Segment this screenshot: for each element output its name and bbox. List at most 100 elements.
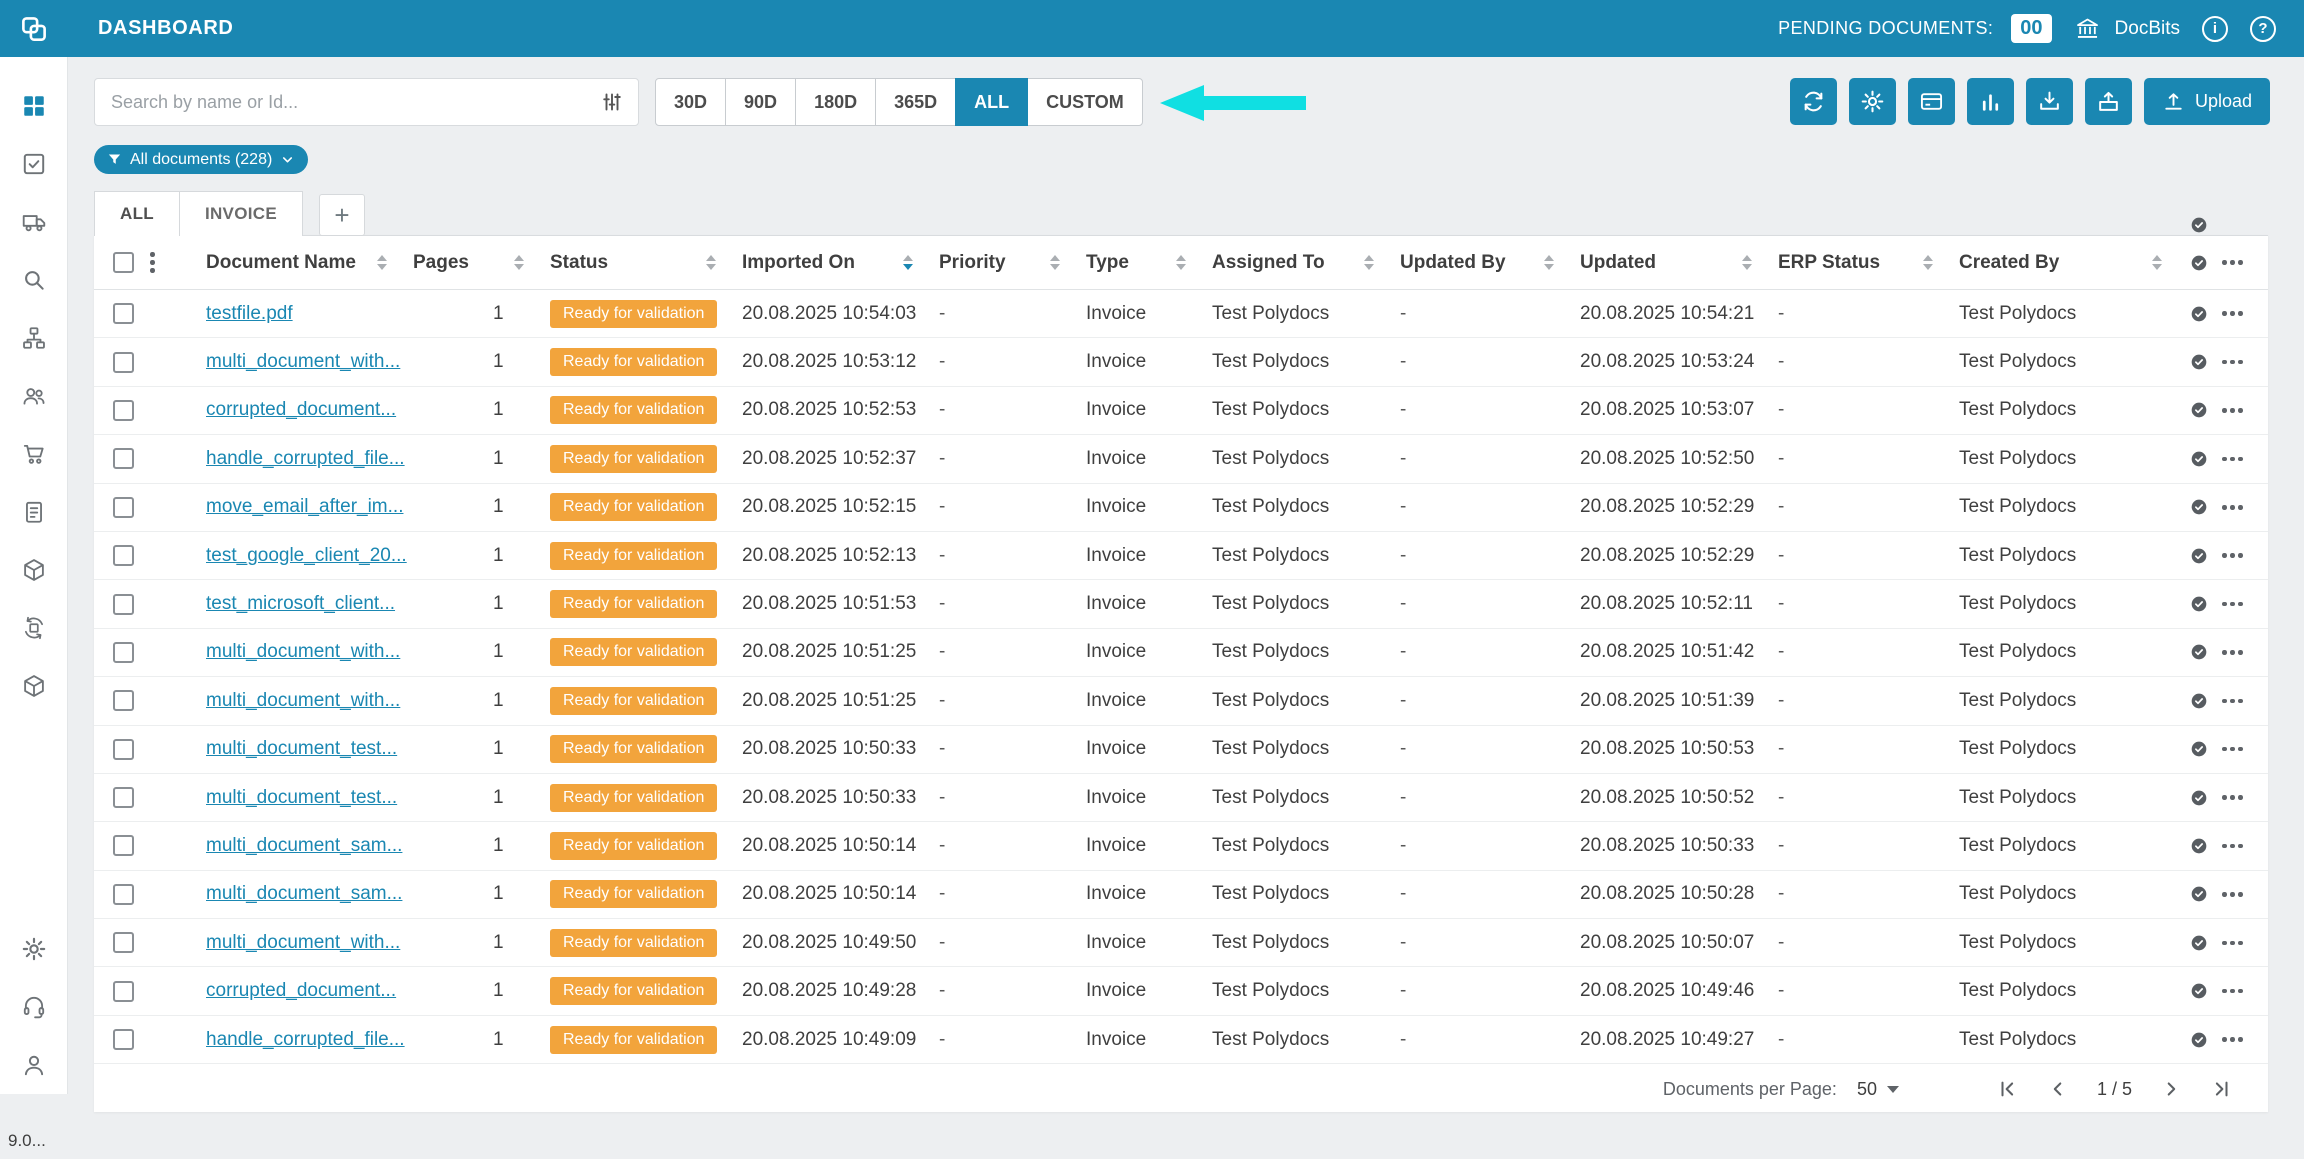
row-more-options-icon[interactable] (2222, 747, 2243, 752)
row-more-options-icon[interactable] (2222, 457, 2243, 462)
row-checkbox[interactable] (113, 400, 134, 421)
range-all-button[interactable]: ALL (955, 78, 1028, 126)
column-header-type[interactable]: Type (1086, 252, 1212, 274)
document-link[interactable]: multi_document_with... (206, 932, 400, 953)
column-header-priority[interactable]: Priority (939, 252, 1086, 274)
row-more-options-icon[interactable] (2222, 989, 2243, 994)
upload-button[interactable]: Upload (2144, 78, 2270, 125)
range-90d-button[interactable]: 90D (725, 78, 796, 126)
tab-all[interactable]: ALL (94, 191, 180, 236)
document-link[interactable]: multi_document_with... (206, 351, 400, 372)
row-more-options-icon[interactable] (2222, 699, 2243, 704)
row-checkbox[interactable] (113, 1029, 134, 1050)
document-link[interactable]: move_email_after_im... (206, 496, 403, 517)
document-link[interactable]: corrupted_document... (206, 399, 396, 420)
document-link[interactable]: test_microsoft_client... (206, 593, 395, 614)
row-checkbox[interactable] (113, 497, 134, 518)
column-header-erp-status[interactable]: ERP Status (1778, 252, 1959, 274)
row-more-options-icon[interactable] (2222, 1037, 2243, 1042)
document-link[interactable]: corrupted_document... (206, 980, 396, 1001)
documents-filter-chip[interactable]: All documents (228) (94, 145, 308, 174)
row-more-options-icon[interactable] (2222, 505, 2243, 510)
sidebar-item-support[interactable] (21, 994, 47, 1020)
settings-button[interactable] (1849, 78, 1896, 125)
sidebar-item-tasks[interactable] (21, 151, 47, 177)
tab-invoice[interactable]: INVOICE (179, 191, 303, 236)
column-header-document-name[interactable]: Document Name (206, 252, 413, 274)
export-button[interactable] (2026, 78, 2073, 125)
sidebar-item-workflow[interactable] (21, 325, 47, 351)
row-more-options-icon[interactable] (2222, 360, 2243, 365)
row-checkbox[interactable] (113, 932, 134, 953)
add-tab-button[interactable]: + (319, 194, 365, 236)
document-link[interactable]: testfile.pdf (206, 303, 293, 324)
sidebar-item-dashboard[interactable] (21, 93, 47, 119)
document-link[interactable]: multi_document_with... (206, 641, 400, 662)
refresh-button[interactable] (1790, 78, 1837, 125)
row-more-options-icon[interactable] (2222, 408, 2243, 413)
row-more-options-icon[interactable] (2222, 795, 2243, 800)
document-link[interactable]: multi_document_sam... (206, 883, 402, 904)
card-view-button[interactable] (1908, 78, 1955, 125)
header-menu-icon[interactable] (150, 252, 155, 273)
next-page-button[interactable] (2160, 1078, 2182, 1100)
row-checkbox[interactable] (113, 835, 134, 856)
row-more-options-icon[interactable] (2222, 602, 2243, 607)
sidebar-item-search[interactable] (21, 267, 47, 293)
row-more-options-icon[interactable] (2222, 892, 2243, 897)
row-checkbox[interactable] (113, 352, 134, 373)
row-checkbox[interactable] (113, 787, 134, 808)
row-checkbox[interactable] (113, 303, 134, 324)
analytics-button[interactable] (1967, 78, 2014, 125)
range-365d-button[interactable]: 365D (875, 78, 956, 126)
column-header-updated[interactable]: Updated (1580, 252, 1778, 274)
app-logo[interactable] (0, 0, 68, 57)
sidebar-item-integrations[interactable] (21, 615, 47, 641)
help-icon[interactable]: ? (2250, 16, 2276, 42)
row-more-options-icon[interactable] (2222, 941, 2243, 946)
sidebar-item-invoices[interactable] (21, 499, 47, 525)
row-more-options-icon[interactable] (2222, 311, 2243, 316)
document-link[interactable]: test_google_client_20... (206, 545, 407, 566)
row-checkbox[interactable] (113, 642, 134, 663)
document-link[interactable]: multi_document_test... (206, 738, 397, 759)
row-checkbox[interactable] (113, 448, 134, 469)
column-header-imported-on[interactable]: Imported On (742, 252, 939, 274)
search-input[interactable] (109, 91, 600, 114)
document-link[interactable]: handle_corrupted_file... (206, 448, 405, 469)
organization-icon[interactable] (2074, 15, 2101, 42)
sidebar-item-purchases[interactable] (21, 441, 47, 467)
row-checkbox[interactable] (113, 739, 134, 760)
last-page-button[interactable] (2210, 1078, 2232, 1100)
upload-box-button[interactable] (2085, 78, 2132, 125)
sidebar-item-account[interactable] (21, 1052, 47, 1078)
row-checkbox[interactable] (113, 690, 134, 711)
sidebar-item-settings[interactable] (21, 936, 47, 962)
range-30d-button[interactable]: 30D (655, 78, 726, 126)
document-link[interactable]: multi_document_test... (206, 787, 397, 808)
previous-page-button[interactable] (2047, 1078, 2069, 1100)
select-all-checkbox[interactable] (113, 252, 134, 273)
sidebar-item-users[interactable] (21, 383, 47, 409)
row-more-options-icon[interactable] (2222, 650, 2243, 655)
document-link[interactable]: multi_document_with... (206, 690, 400, 711)
column-header-pages[interactable]: Pages (413, 252, 550, 274)
document-link[interactable]: handle_corrupted_file... (206, 1029, 405, 1050)
range-180d-button[interactable]: 180D (795, 78, 876, 126)
row-checkbox[interactable] (113, 884, 134, 905)
range-custom-button[interactable]: CUSTOM (1027, 78, 1143, 126)
row-checkbox[interactable] (113, 545, 134, 566)
row-checkbox[interactable] (113, 594, 134, 615)
row-more-options-icon[interactable] (2222, 553, 2243, 558)
filter-sliders-icon[interactable] (600, 90, 624, 114)
info-icon[interactable]: i (2202, 16, 2228, 42)
per-page-select[interactable]: 50 (1857, 1079, 1899, 1100)
document-link[interactable]: multi_document_sam... (206, 835, 402, 856)
sidebar-item-packages[interactable] (21, 557, 47, 583)
column-header-created-by[interactable]: Created By (1959, 252, 2188, 274)
row-checkbox[interactable] (113, 981, 134, 1002)
row-more-options-icon[interactable] (2222, 844, 2243, 849)
column-header-updated-by[interactable]: Updated By (1400, 252, 1580, 274)
column-header-status[interactable]: Status (550, 252, 742, 274)
sidebar-item-shipments[interactable] (21, 209, 47, 235)
